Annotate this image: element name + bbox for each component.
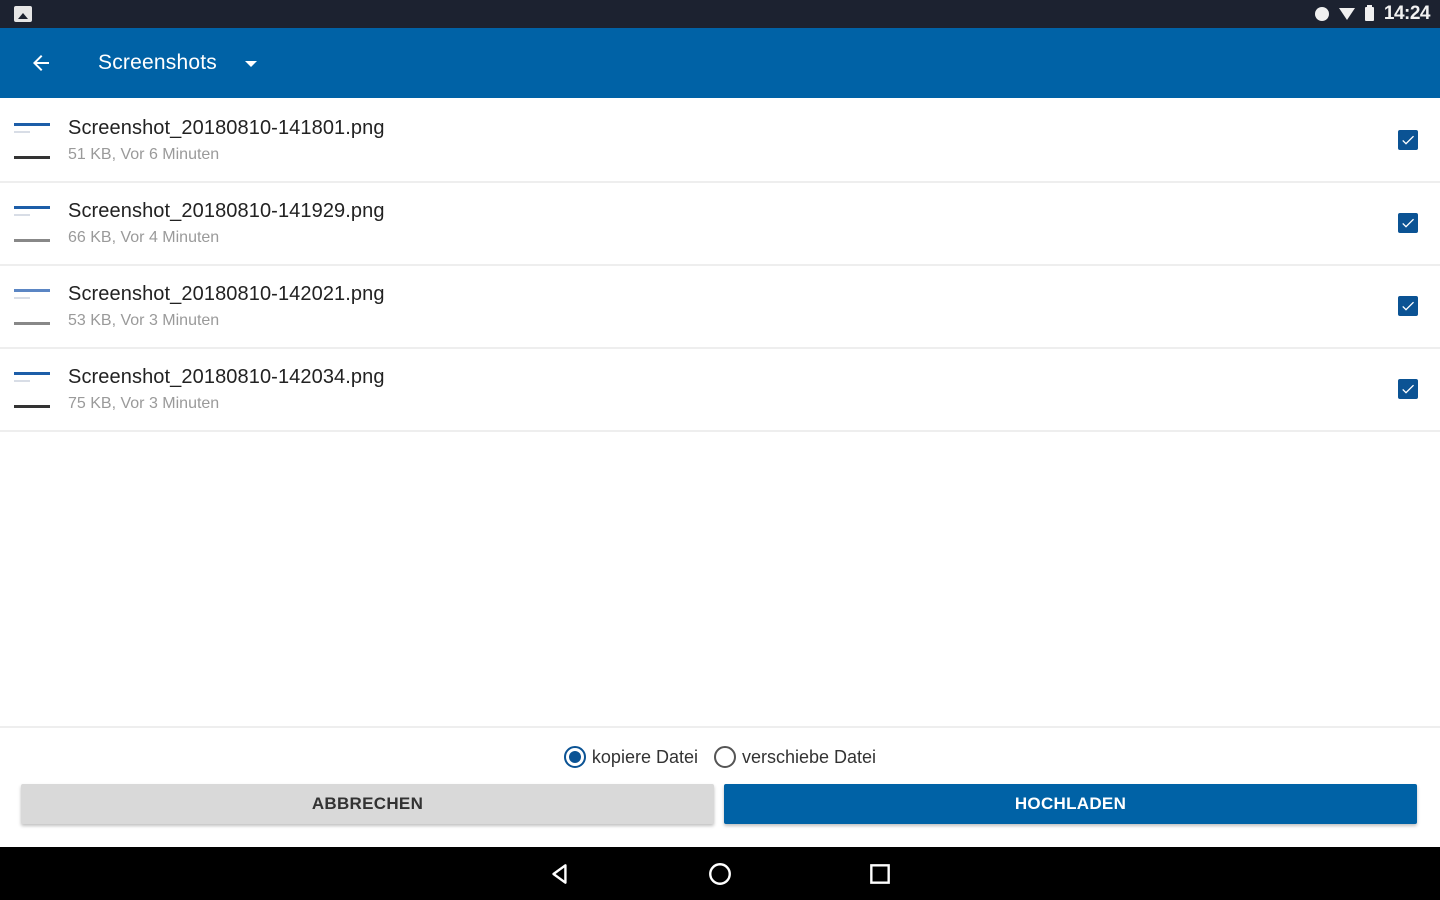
file-name: Screenshot_20180810-141929.png	[68, 200, 385, 222]
radio-checked-icon[interactable]	[563, 746, 586, 768]
checkmark-icon	[1402, 218, 1414, 228]
nav-home-button[interactable]	[705, 859, 735, 889]
app-bar: Screenshots	[0, 28, 1440, 98]
list-item[interactable]: Screenshot_20180810-141801.png 51 KB, Vo…	[0, 100, 1440, 183]
gallery-icon	[14, 6, 32, 22]
file-checkbox[interactable]	[1398, 130, 1418, 150]
checkmark-icon	[1402, 301, 1414, 311]
recents-square-icon	[870, 863, 890, 884]
file-text: Screenshot_20180810-142021.png 53 KB, Vo…	[68, 283, 385, 330]
nav-recents-button[interactable]	[865, 859, 895, 889]
nav-back-button[interactable]	[545, 859, 575, 889]
file-name: Screenshot_20180810-142021.png	[68, 283, 385, 305]
file-checkbox[interactable]	[1398, 296, 1418, 316]
file-list: Screenshot_20180810-141801.png 51 KB, Vo…	[0, 100, 1440, 432]
page-title: Screenshots	[98, 51, 217, 74]
file-meta: 75 KB, Vor 3 Minuten	[68, 395, 220, 412]
status-left	[14, 6, 32, 22]
notification-dot-icon	[1314, 7, 1329, 21]
checkmark-icon	[1402, 135, 1414, 145]
status-bar: 14:24	[0, 0, 1440, 28]
radio-unchecked-icon[interactable]	[713, 746, 736, 768]
file-meta: 51 KB, Vor 6 Minuten	[68, 146, 220, 163]
copy-file-label: kopiere Datei	[591, 746, 698, 767]
list-item[interactable]: Screenshot_20180810-142034.png 75 KB, Vo…	[0, 349, 1440, 432]
checkmark-icon	[1402, 384, 1414, 394]
copy-file-option[interactable]: kopiere Datei	[563, 746, 698, 768]
list-item[interactable]: Screenshot_20180810-142021.png 53 KB, Vo…	[0, 266, 1440, 349]
dropdown-triangle-icon	[244, 61, 257, 67]
image-thumbnail-icon	[12, 119, 52, 163]
arrow-left-icon	[33, 55, 49, 71]
system-nav-bar	[0, 847, 1440, 900]
upload-mode-group: kopiere Datei verschiebe Datei	[0, 746, 1440, 768]
battery-icon	[1364, 5, 1374, 21]
file-name: Screenshot_20180810-141801.png	[68, 117, 385, 139]
wifi-icon	[1338, 8, 1355, 20]
file-text: Screenshot_20180810-142034.png 75 KB, Vo…	[68, 366, 385, 413]
home-circle-icon	[709, 862, 731, 885]
file-text: Screenshot_20180810-141929.png 66 KB, Vo…	[68, 200, 385, 247]
file-text: Screenshot_20180810-141801.png 51 KB, Vo…	[68, 117, 385, 164]
move-file-option[interactable]: verschiebe Datei	[713, 746, 877, 768]
image-thumbnail-icon	[12, 202, 52, 246]
file-meta: 66 KB, Vor 4 Minuten	[68, 229, 220, 246]
file-checkbox[interactable]	[1398, 379, 1418, 399]
move-file-label: verschiebe Datei	[741, 746, 877, 767]
file-meta: 53 KB, Vor 3 Minuten	[68, 312, 220, 329]
bottom-panel: kopiere Datei verschiebe Datei ABBRECHEN…	[0, 726, 1440, 847]
file-checkbox[interactable]	[1398, 213, 1418, 233]
status-clock: 14:24	[1383, 3, 1431, 24]
list-item[interactable]: Screenshot_20180810-141929.png 66 KB, Vo…	[0, 183, 1440, 266]
back-triangle-icon	[552, 863, 567, 884]
status-right: 14:24	[1314, 3, 1431, 25]
back-button[interactable]	[0, 28, 80, 98]
image-thumbnail-icon	[12, 285, 52, 329]
cancel-button[interactable]: ABBRECHEN	[21, 784, 714, 824]
image-thumbnail-icon	[12, 368, 52, 412]
file-name: Screenshot_20180810-142034.png	[68, 366, 385, 388]
upload-button[interactable]: HOCHLADEN	[724, 784, 1417, 824]
folder-selector[interactable]: Screenshots	[98, 51, 257, 75]
